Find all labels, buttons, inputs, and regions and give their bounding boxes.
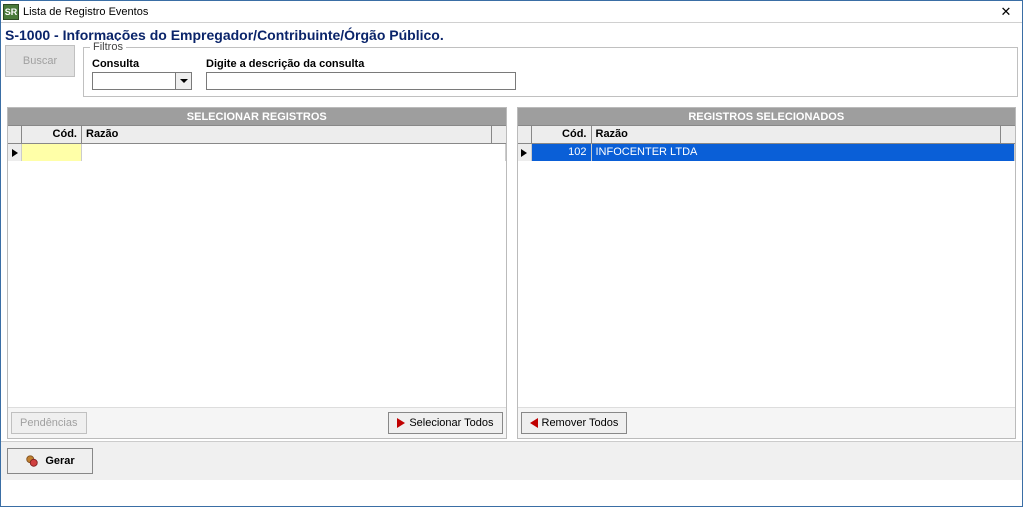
arrow-left-icon xyxy=(530,418,538,428)
right-panel: REGISTROS SELECIONADOS Cód. Razão 102 IN… xyxy=(517,107,1017,439)
window-titlebar: SR Lista de Registro Eventos ✕ xyxy=(1,1,1022,23)
column-header-end xyxy=(1001,126,1015,143)
table-row[interactable]: 102 INFOCENTER LTDA xyxy=(518,144,1016,161)
selecionar-todos-label: Selecionar Todos xyxy=(409,417,493,429)
filtros-legend: Filtros xyxy=(90,41,126,53)
bottom-bar: Gerar xyxy=(1,441,1022,480)
cell-cod[interactable]: 102 xyxy=(532,144,592,161)
consulta-label: Consulta xyxy=(92,58,192,70)
descricao-input[interactable] xyxy=(206,72,516,90)
cell-razao[interactable] xyxy=(82,144,506,161)
left-grid-header: Cód. Razão xyxy=(8,126,506,144)
buscar-button: Buscar xyxy=(5,45,75,77)
top-controls: Buscar Filtros Consulta Digite a descriç… xyxy=(1,45,1022,101)
page-header: S-1000 - Informações do Empregador/Contr… xyxy=(1,23,1022,45)
arrow-right-icon xyxy=(397,418,405,428)
row-selector-header xyxy=(8,126,22,143)
left-panel-title: SELECIONAR REGISTROS xyxy=(8,108,506,126)
window-title: Lista de Registro Eventos xyxy=(23,6,992,18)
selecionar-todos-button[interactable]: Selecionar Todos xyxy=(388,412,502,434)
column-header-razao[interactable]: Razão xyxy=(82,126,492,143)
cell-razao[interactable]: INFOCENTER LTDA xyxy=(592,144,1016,161)
panels-container: SELECIONAR REGISTROS Cód. Razão Pendênci… xyxy=(1,101,1022,441)
descricao-label: Digite a descrição da consulta xyxy=(206,58,516,70)
cell-cod[interactable] xyxy=(22,144,82,161)
left-panel: SELECIONAR REGISTROS Cód. Razão Pendênci… xyxy=(7,107,507,439)
filtros-group: Filtros Consulta Digite a descrição da c… xyxy=(83,47,1018,97)
consulta-combobox[interactable] xyxy=(92,72,192,90)
app-icon: SR xyxy=(3,4,19,20)
left-panel-footer: Pendências Selecionar Todos xyxy=(8,407,506,438)
column-header-razao[interactable]: Razão xyxy=(592,126,1002,143)
right-grid-header: Cód. Razão xyxy=(518,126,1016,144)
gerar-label: Gerar xyxy=(45,455,74,467)
gear-icon xyxy=(25,454,39,468)
pendencias-label: Pendências xyxy=(20,417,78,429)
column-header-cod[interactable]: Cód. xyxy=(22,126,82,143)
row-pointer-icon xyxy=(518,144,532,161)
right-grid-body[interactable]: 102 INFOCENTER LTDA xyxy=(518,144,1016,407)
close-button[interactable]: ✕ xyxy=(992,3,1020,21)
gerar-button[interactable]: Gerar xyxy=(7,448,93,474)
left-grid-body[interactable] xyxy=(8,144,506,407)
page-title: S-1000 - Informações do Empregador/Contr… xyxy=(5,27,1018,43)
table-row[interactable] xyxy=(8,144,506,161)
right-panel-footer: Remover Todos xyxy=(518,407,1016,438)
pendencias-button: Pendências xyxy=(11,412,87,434)
row-pointer-icon xyxy=(8,144,22,161)
right-panel-title: REGISTROS SELECIONADOS xyxy=(518,108,1016,126)
remover-todos-button[interactable]: Remover Todos xyxy=(521,412,628,434)
chevron-down-icon[interactable] xyxy=(175,73,191,89)
remover-todos-label: Remover Todos xyxy=(542,417,619,429)
column-header-cod[interactable]: Cód. xyxy=(532,126,592,143)
row-selector-header xyxy=(518,126,532,143)
column-header-end xyxy=(492,126,506,143)
